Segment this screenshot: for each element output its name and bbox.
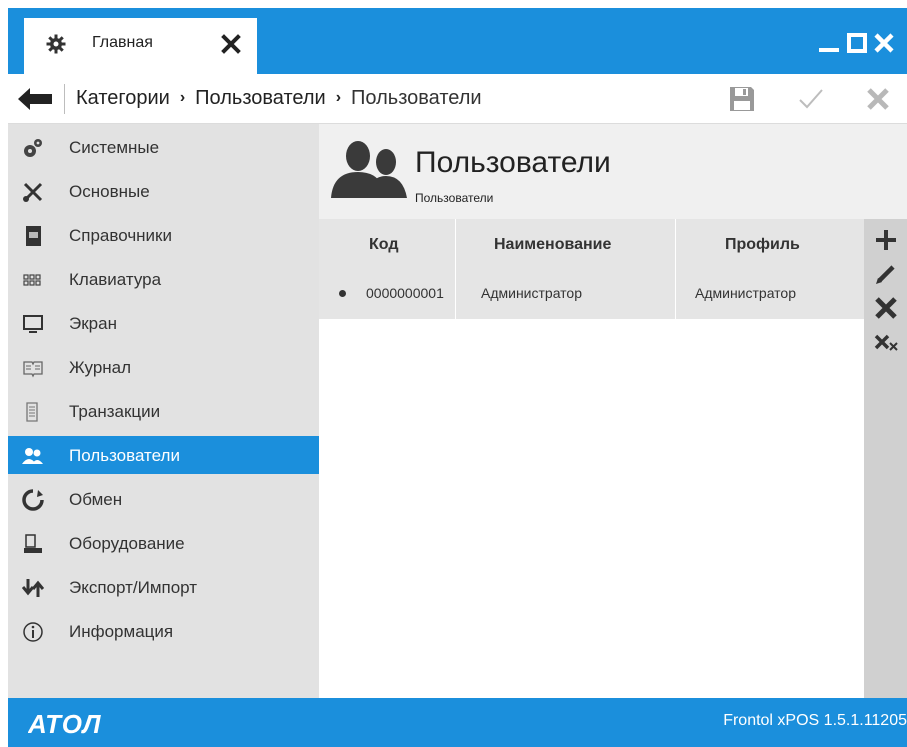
sidebar-item-export-import[interactable]: Экспорт/Импорт bbox=[8, 568, 319, 606]
close-window-icon[interactable] bbox=[871, 30, 897, 56]
breadcrumb: Категории › Пользователи › Пользователи bbox=[76, 87, 482, 110]
tools-icon bbox=[23, 182, 43, 202]
journal-icon bbox=[23, 361, 43, 378]
sidebar-item-label: Пользователи bbox=[69, 446, 180, 465]
sidebar-item-screen[interactable]: Экран bbox=[8, 304, 319, 342]
sidebar-item-label: Журнал bbox=[69, 358, 132, 377]
sidebar-item-label: Экран bbox=[69, 314, 117, 333]
sidebar-item-transactions[interactable]: Транзакции bbox=[8, 392, 319, 430]
page-title: Пользователи bbox=[415, 146, 611, 179]
info-icon bbox=[23, 622, 43, 642]
column-header[interactable]: Наименование bbox=[494, 236, 611, 254]
main-panel: Пользователи Пользователи Код Наименован… bbox=[319, 124, 907, 698]
sidebar-item-basic[interactable]: Основные bbox=[8, 172, 319, 210]
sidebar-item-label: Транзакции bbox=[69, 402, 161, 421]
sidebar-item-label: Системные bbox=[69, 138, 160, 157]
users-table: Код Наименование Профиль 0000000001 Адми… bbox=[319, 219, 864, 698]
status-bar: АТОЛ Frontol xPOS 1.5.1.11205 bbox=[8, 698, 907, 747]
sidebar-item-users[interactable]: Пользователи bbox=[8, 436, 319, 474]
sidebar-item-exchange[interactable]: Обмен bbox=[8, 480, 319, 518]
tab-title: Главная bbox=[92, 34, 153, 51]
app-window: Главная Категории › Пользователи › Пользоват… bbox=[0, 0, 907, 747]
table-header: Код Наименование Профиль bbox=[319, 219, 864, 269]
title-bar: Главная bbox=[8, 8, 907, 74]
breadcrumb-item[interactable]: Категории bbox=[76, 87, 170, 109]
minimize-icon[interactable] bbox=[816, 30, 842, 56]
page-header: Пользователи Пользователи bbox=[319, 124, 907, 219]
page-subtitle: Пользователи bbox=[415, 191, 494, 205]
sidebar-item-information[interactable]: Информация bbox=[8, 612, 319, 650]
users-icon bbox=[331, 141, 407, 198]
delete-icon[interactable] bbox=[873, 295, 899, 321]
save-icon[interactable] bbox=[727, 84, 757, 114]
breadcrumb-item[interactable]: Пользователи bbox=[195, 87, 326, 109]
exchange-icon bbox=[22, 489, 44, 511]
column-profile: Профиль bbox=[675, 219, 864, 269]
back-arrow-icon[interactable] bbox=[18, 88, 52, 110]
sidebar-item-journal[interactable]: Журнал bbox=[8, 348, 319, 386]
keyboard-icon bbox=[23, 274, 41, 286]
sidebar-item-keyboard[interactable]: Клавиатура bbox=[8, 260, 319, 298]
cell-code: 0000000001 bbox=[366, 285, 444, 301]
sidebar-item-label: Экспорт/Импорт bbox=[69, 578, 198, 597]
cell-name-wrap: Администратор bbox=[455, 269, 675, 319]
sidebar-item-system[interactable]: Системные bbox=[8, 128, 319, 166]
edit-pencil-icon[interactable] bbox=[873, 261, 899, 287]
divider bbox=[64, 84, 65, 114]
action-toolbar bbox=[864, 219, 907, 698]
add-icon[interactable] bbox=[873, 227, 899, 253]
maximize-icon[interactable] bbox=[844, 30, 870, 56]
cell-profile-wrap: Администратор bbox=[675, 269, 864, 319]
sidebar-item-label: Информация bbox=[69, 622, 174, 641]
tab-main[interactable]: Главная bbox=[24, 18, 257, 74]
column-header[interactable]: Код bbox=[369, 236, 398, 254]
system-gears-icon bbox=[24, 139, 42, 157]
cell-name: Администратор bbox=[481, 285, 583, 301]
tab-close-icon[interactable] bbox=[220, 33, 242, 55]
delete-all-icon[interactable] bbox=[873, 329, 899, 355]
breadcrumb-separator: › bbox=[179, 89, 186, 106]
confirm-check-icon[interactable] bbox=[796, 84, 826, 114]
version-label: Frontol xPOS 1.5.1.11205 bbox=[723, 712, 907, 729]
current-row-marker bbox=[339, 290, 346, 297]
sidebar-item-label: Клавиатура bbox=[69, 270, 162, 289]
svg-text:АТОЛ: АТОЛ bbox=[28, 709, 102, 738]
sidebar-item-equipment[interactable]: Оборудование bbox=[8, 524, 319, 562]
breadcrumb-bar: Категории › Пользователи › Пользователи bbox=[8, 74, 907, 124]
cell-code-wrap: 0000000001 bbox=[319, 269, 455, 319]
table-row[interactable]: 0000000001 Администратор Администратор bbox=[319, 269, 864, 319]
breadcrumb-current: Пользователи bbox=[351, 87, 482, 109]
equipment-icon bbox=[24, 534, 42, 553]
sidebar-item-label: Основные bbox=[69, 182, 150, 201]
book-icon bbox=[26, 226, 41, 246]
sidebar-item-label: Обмен bbox=[69, 490, 123, 509]
gear-icon bbox=[46, 34, 66, 54]
sidebar-item-label: Оборудование bbox=[69, 534, 185, 553]
cancel-icon[interactable] bbox=[863, 84, 893, 114]
sidebar-item-references[interactable]: Справочники bbox=[8, 216, 319, 254]
column-code: Код bbox=[319, 219, 455, 269]
export-import-icon bbox=[22, 579, 44, 597]
cell-profile: Администратор bbox=[695, 285, 797, 301]
atol-logo: АТОЛ bbox=[28, 709, 102, 738]
column-header[interactable]: Профиль bbox=[725, 236, 800, 254]
sidebar-item-label: Справочники bbox=[69, 226, 172, 245]
breadcrumb-separator: › bbox=[335, 89, 342, 106]
receipt-icon bbox=[26, 402, 38, 422]
sidebar: Системные Основные Справочники Клавиатур… bbox=[8, 124, 319, 698]
column-name: Наименование bbox=[455, 219, 675, 269]
monitor-icon bbox=[23, 315, 43, 333]
users-icon bbox=[22, 448, 43, 464]
